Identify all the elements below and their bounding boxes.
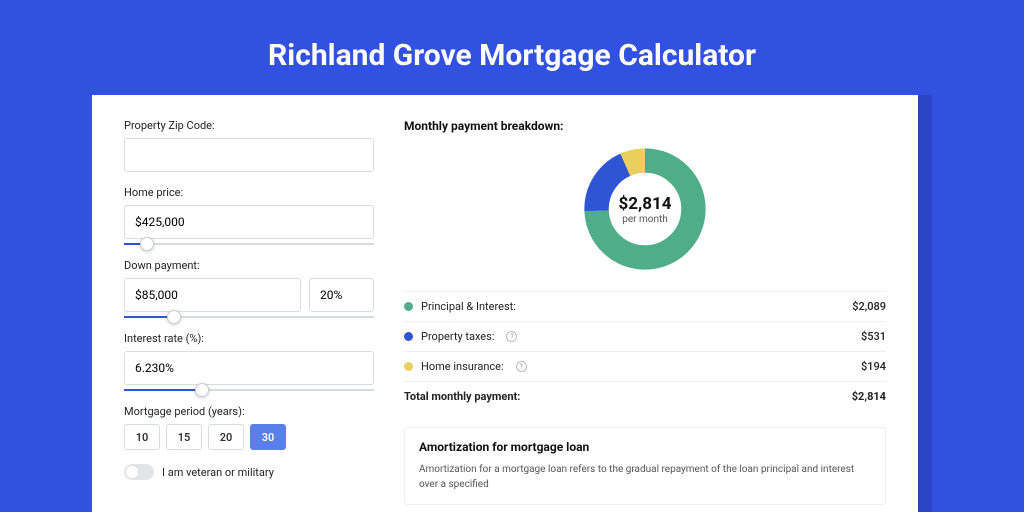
zip-label: Property Zip Code:: [124, 119, 374, 132]
slider-thumb[interactable]: [140, 237, 154, 251]
rate-field: Interest rate (%):: [124, 332, 374, 391]
period-buttons: 10 15 20 30: [124, 424, 374, 450]
total-label: Total monthly payment:: [404, 390, 520, 403]
rate-label: Interest rate (%):: [124, 332, 374, 345]
period-btn-15[interactable]: 15: [166, 424, 202, 450]
legend-value: $194: [861, 360, 886, 373]
slider-thumb[interactable]: [167, 310, 181, 324]
legend-value: $2,089: [852, 300, 886, 313]
veteran-label: I am veteran or military: [162, 466, 274, 479]
amortization-title: Amortization for mortgage loan: [419, 440, 871, 454]
hero: Richland Grove Mortgage Calculator: [0, 0, 1024, 95]
period-label: Mortgage period (years):: [124, 405, 374, 418]
legend-insurance: Home insurance: ? $194: [404, 351, 886, 381]
home-price-input[interactable]: [124, 205, 374, 239]
donut-wrap: $2,814 per month: [404, 145, 886, 273]
zip-input[interactable]: [124, 138, 374, 172]
veteran-toggle[interactable]: [124, 464, 154, 480]
dot-icon: [404, 362, 413, 371]
amortization-text: Amortization for a mortgage loan refers …: [419, 462, 871, 492]
veteran-row: I am veteran or military: [124, 464, 374, 480]
legend-label: Property taxes:: [421, 330, 494, 343]
legend-principal: Principal & Interest: $2,089: [404, 291, 886, 321]
legend-value: $531: [861, 330, 886, 343]
info-icon[interactable]: ?: [516, 361, 527, 372]
home-price-field: Home price:: [124, 186, 374, 245]
card-shadow: Property Zip Code: Home price: Down paym…: [92, 95, 932, 512]
legend-label: Principal & Interest:: [421, 300, 516, 313]
legend-taxes: Property taxes: ? $531: [404, 321, 886, 351]
amortization-card: Amortization for mortgage loan Amortizat…: [404, 427, 886, 505]
down-payment-input[interactable]: [124, 278, 301, 312]
calculator-card: Property Zip Code: Home price: Down paym…: [92, 95, 918, 512]
donut-center: $2,814 per month: [581, 145, 709, 273]
home-price-slider[interactable]: [124, 243, 374, 245]
slider-thumb[interactable]: [195, 383, 209, 397]
home-price-label: Home price:: [124, 186, 374, 199]
period-btn-10[interactable]: 10: [124, 424, 160, 450]
donut-sub: per month: [622, 214, 668, 225]
down-payment-label: Down payment:: [124, 259, 374, 272]
legend-total: Total monthly payment: $2,814: [404, 381, 886, 411]
form-panel: Property Zip Code: Home price: Down paym…: [124, 119, 374, 505]
rate-input[interactable]: [124, 351, 374, 385]
page-title: Richland Grove Mortgage Calculator: [0, 38, 1024, 73]
dot-icon: [404, 332, 413, 341]
down-payment-field: Down payment:: [124, 259, 374, 318]
down-payment-slider[interactable]: [124, 316, 374, 318]
zip-field: Property Zip Code:: [124, 119, 374, 172]
dot-icon: [404, 302, 413, 311]
rate-slider[interactable]: [124, 389, 374, 391]
donut-amount: $2,814: [619, 194, 672, 214]
donut-chart: $2,814 per month: [581, 145, 709, 273]
total-value: $2,814: [852, 390, 886, 403]
breakdown-title: Monthly payment breakdown:: [404, 119, 886, 133]
breakdown-panel: Monthly payment breakdown: $2,814 per mo…: [404, 119, 886, 505]
period-btn-30[interactable]: 30: [250, 424, 286, 450]
down-payment-pct-input[interactable]: [309, 278, 374, 312]
legend-label: Home insurance:: [421, 360, 504, 373]
period-field: Mortgage period (years): 10 15 20 30: [124, 405, 374, 450]
period-btn-20[interactable]: 20: [208, 424, 244, 450]
info-icon[interactable]: ?: [506, 331, 517, 342]
